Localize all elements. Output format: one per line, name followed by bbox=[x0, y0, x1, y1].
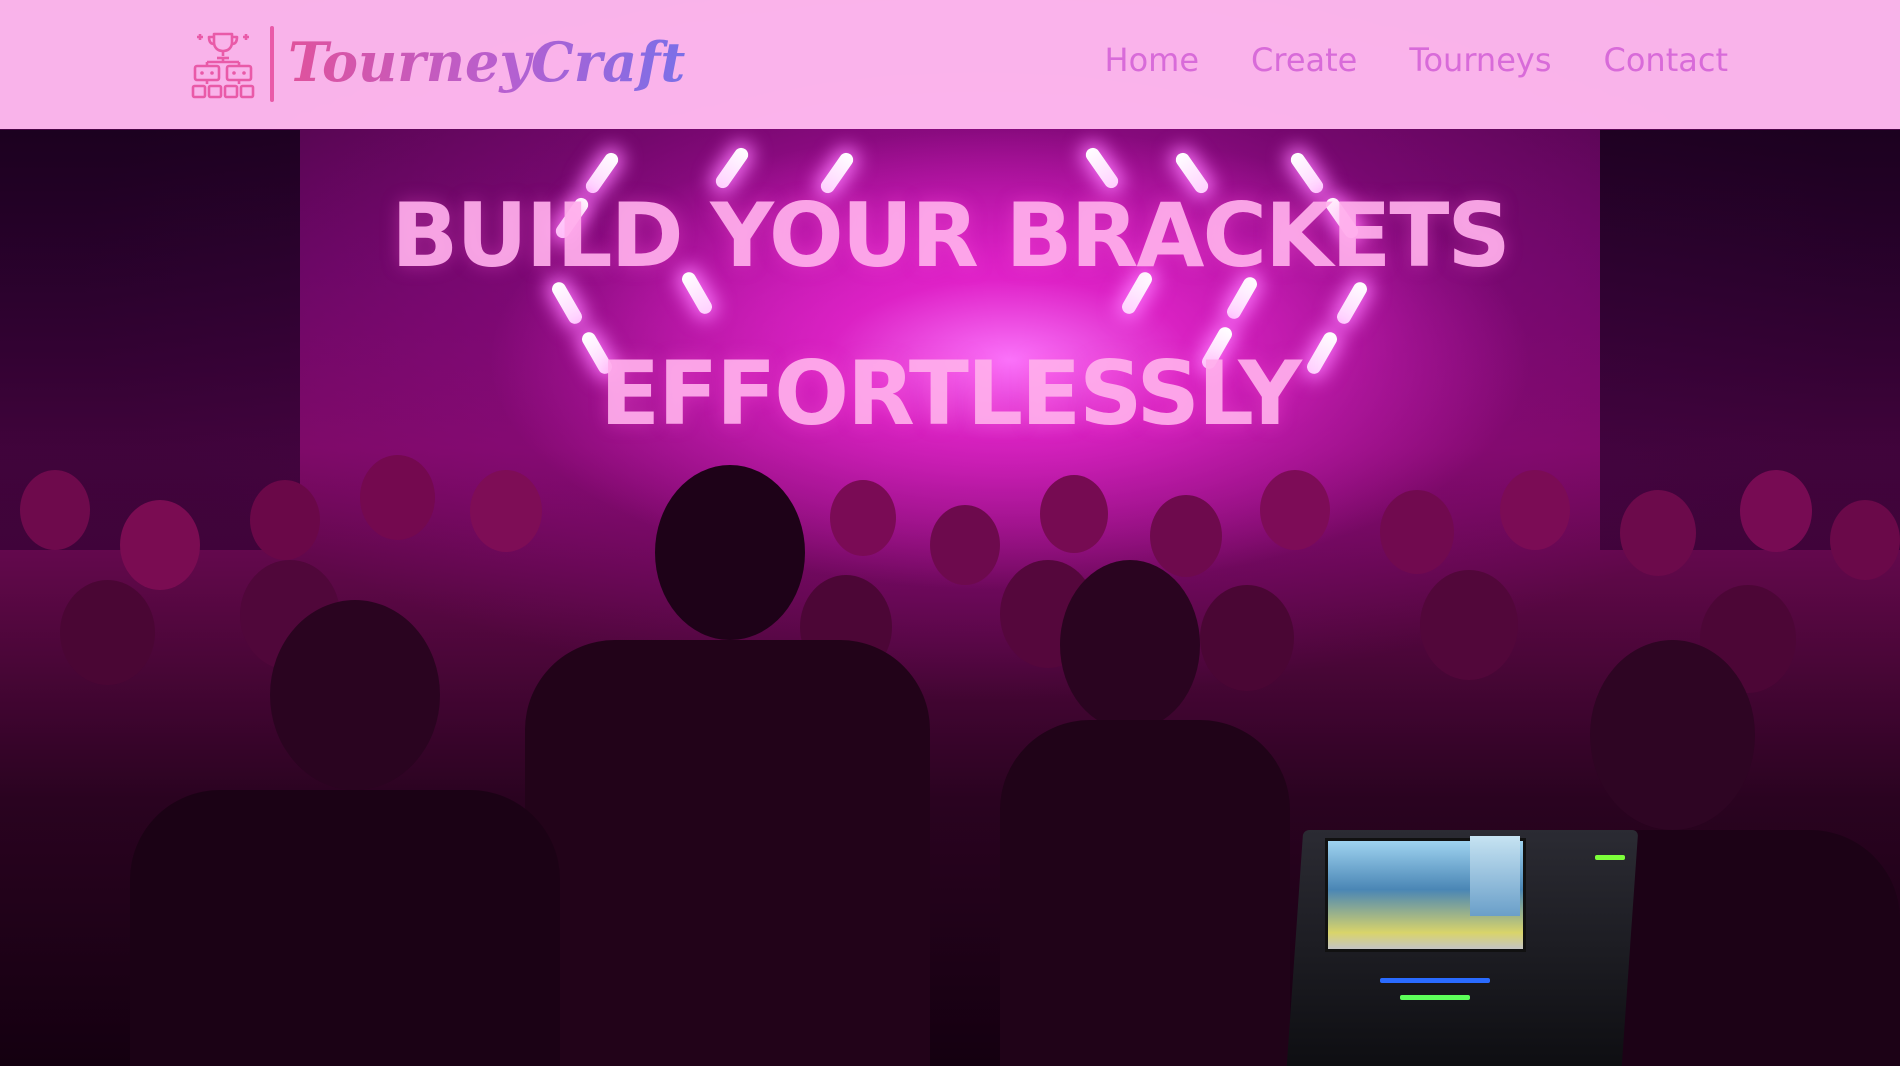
crowd-person bbox=[360, 455, 435, 540]
crowd-person bbox=[930, 505, 1000, 585]
console-screen bbox=[1470, 836, 1520, 916]
page: BUILD YOUR BRACKETS EFFORTLESSLY Tourney… bbox=[0, 0, 1900, 1066]
foreground-person-head bbox=[655, 465, 805, 640]
crowd-person bbox=[470, 470, 542, 552]
hero-title-line1: BUILD YOUR BRACKETS bbox=[391, 184, 1511, 287]
crowd-person bbox=[1830, 500, 1900, 580]
logo-wordmark: TourneyCraft bbox=[288, 30, 686, 94]
crowd-person bbox=[1420, 570, 1518, 680]
nav-link-contact[interactable]: Contact bbox=[1604, 44, 1729, 76]
nav-link-home[interactable]: Home bbox=[1105, 44, 1200, 76]
nav-link-tourneys[interactable]: Tourneys bbox=[1409, 44, 1551, 76]
main-nav: Home Create Tourneys Contact bbox=[1105, 44, 1728, 76]
crowd-person bbox=[1380, 490, 1454, 574]
site-header: TourneyCraft Home Create Tourneys Contac… bbox=[0, 0, 1900, 129]
console-led bbox=[1595, 855, 1625, 860]
console-led bbox=[1380, 978, 1490, 983]
logo[interactable]: TourneyCraft bbox=[190, 26, 685, 102]
foreground-person-head bbox=[1590, 640, 1755, 830]
crowd-person bbox=[1200, 585, 1294, 691]
crowd-person bbox=[1500, 470, 1570, 550]
console-led bbox=[1400, 995, 1470, 1000]
crowd-person bbox=[1620, 490, 1696, 576]
foreground-person-body bbox=[525, 640, 930, 1066]
foreground-person-head bbox=[270, 600, 440, 790]
crowd-person bbox=[1040, 475, 1108, 553]
crowd-person bbox=[20, 470, 90, 550]
crowd-person bbox=[250, 480, 320, 560]
crowd-person bbox=[1150, 495, 1222, 577]
tournament-bracket-trophy-icon bbox=[191, 32, 255, 99]
crowd-person bbox=[830, 480, 896, 556]
crowd-person bbox=[1260, 470, 1330, 550]
foreground-person-body bbox=[130, 790, 560, 1066]
foreground-person-body bbox=[1000, 720, 1290, 1066]
crowd-person bbox=[120, 500, 200, 590]
hero-background-image: BUILD YOUR BRACKETS EFFORTLESSLY bbox=[0, 0, 1900, 1066]
crowd-person bbox=[60, 580, 155, 685]
nav-link-create[interactable]: Create bbox=[1251, 44, 1357, 76]
hero-title-line2: EFFORTLESSLY bbox=[599, 342, 1302, 445]
crowd-person bbox=[1740, 470, 1812, 552]
foreground-person-head bbox=[1060, 560, 1200, 730]
logo-divider bbox=[270, 26, 274, 102]
